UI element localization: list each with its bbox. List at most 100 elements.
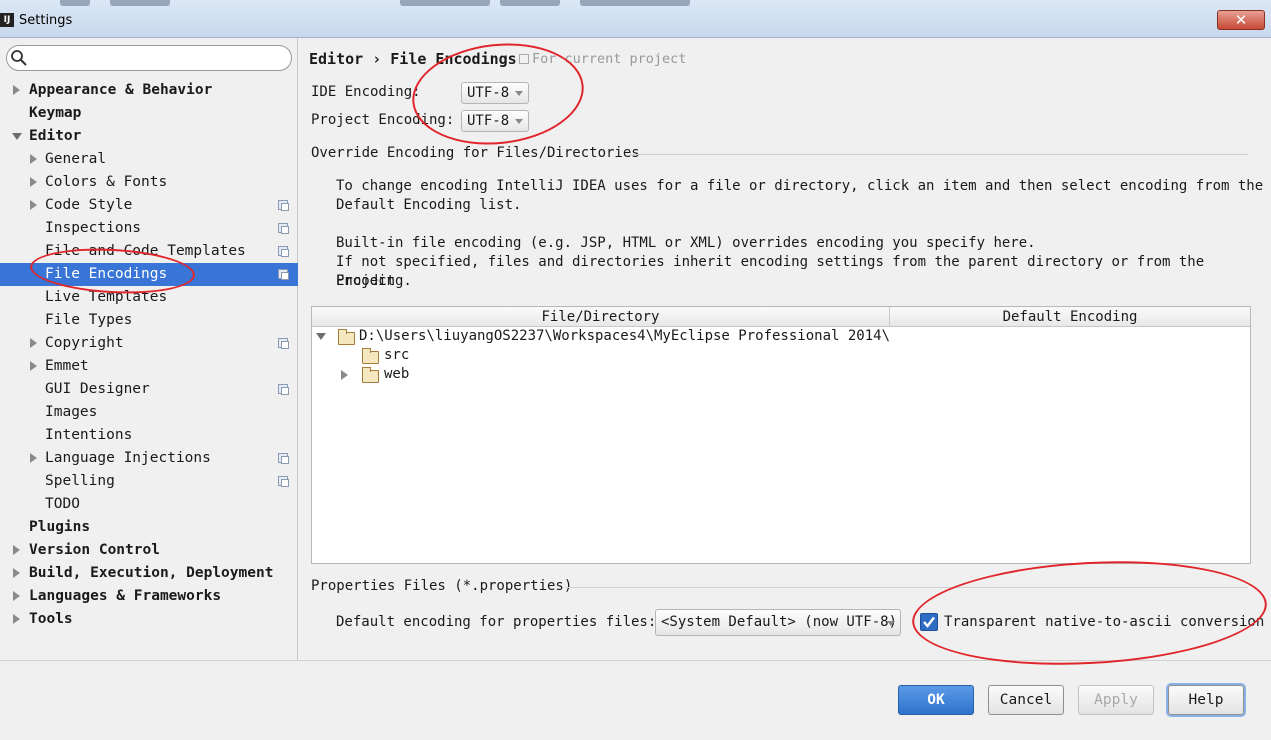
background-toolbar-fragment (110, 0, 170, 6)
sidebar-item-emmet[interactable]: Emmet (0, 355, 298, 378)
chevron-down-icon[interactable] (12, 133, 22, 140)
sidebar-item-label: Code Style (45, 197, 133, 213)
table-cell-path: D:\Users\liuyangOS2237\Workspaces4\MyEcl… (359, 328, 890, 344)
sidebar-item-code-style[interactable]: Code Style (0, 194, 298, 217)
ok-button[interactable]: OK (898, 685, 974, 715)
sidebar-item-label: General (45, 151, 107, 167)
sidebar-item-label: Colors & Fonts (45, 174, 168, 190)
folder-icon (361, 367, 379, 383)
sidebar-item-label: Version Control (29, 542, 160, 558)
table-row[interactable]: web (312, 365, 890, 385)
dropdown-arrow-icon (887, 621, 895, 626)
sidebar-item-general[interactable]: General (0, 148, 298, 171)
chevron-down-icon[interactable] (316, 333, 326, 340)
table-row[interactable]: D:\Users\liuyangOS2237\Workspaces4\MyEcl… (312, 327, 890, 347)
chevron-right-icon[interactable] (30, 177, 37, 187)
project-scope-icon (278, 246, 289, 257)
chevron-right-icon[interactable] (13, 591, 20, 601)
sidebar-item-label: Images (45, 404, 98, 420)
sidebar-item-label: Plugins (29, 519, 91, 535)
sidebar-item-editor[interactable]: Editor (0, 125, 298, 148)
chevron-right-icon[interactable] (30, 361, 37, 371)
sidebar-item-label: GUI Designer (45, 381, 150, 397)
file-encoding-table[interactable]: File/Directory Default Encoding D:\Users… (311, 306, 1251, 564)
sidebar-item-keymap[interactable]: Keymap (0, 102, 298, 125)
column-header-file-directory[interactable]: File/Directory (312, 307, 890, 327)
project-scope-icon (278, 384, 289, 395)
sidebar-item-label: Appearance & Behavior (29, 82, 213, 98)
table-cell-path: web (384, 366, 410, 382)
sidebar-item-colors-fonts[interactable]: Colors & Fonts (0, 171, 298, 194)
chevron-right-icon[interactable] (341, 370, 348, 380)
sidebar-item-plugins[interactable]: Plugins (0, 516, 298, 539)
project-scope-icon (278, 453, 289, 464)
sidebar-item-languages-frameworks[interactable]: Languages & Frameworks (0, 585, 298, 608)
project-scope-icon (278, 200, 289, 211)
properties-encoding-select[interactable]: <System Default> (now UTF-8) (655, 609, 901, 636)
table-cell-path: src (384, 347, 410, 363)
sidebar-item-label: Intentions (45, 427, 133, 443)
chevron-right-icon[interactable] (13, 85, 20, 95)
override-description-line: Default Encoding list. (336, 197, 522, 213)
sidebar-item-copyright[interactable]: Copyright (0, 332, 298, 355)
column-header-default-encoding[interactable]: Default Encoding (890, 307, 1250, 327)
folder-icon (337, 329, 355, 345)
sidebar-item-version-control[interactable]: Version Control (0, 539, 298, 562)
sidebar-item-gui-designer[interactable]: GUI Designer (0, 378, 298, 401)
chevron-right-icon[interactable] (30, 154, 37, 164)
sidebar-item-label: Emmet (45, 358, 89, 374)
sidebar-item-label: Inspections (45, 220, 142, 236)
override-section-title: Override Encoding for Files/Directories (311, 145, 640, 161)
sidebar-item-label: Editor (29, 128, 82, 144)
project-scope-icon (278, 269, 289, 280)
background-toolbar-fragment (400, 0, 490, 6)
sidebar-item-todo[interactable]: TODO (0, 493, 298, 516)
override-description-line: If not specified, files and directories … (336, 254, 1205, 289)
override-description-line: Built-in file encoding (e.g. JSP, HTML o… (336, 235, 1036, 251)
help-button[interactable]: Help (1168, 685, 1244, 715)
window-title: Settings (19, 13, 73, 28)
sidebar-item-build-execution-deployment[interactable]: Build, Execution, Deployment (0, 562, 298, 585)
properties-section-title: Properties Files (*.properties) (311, 578, 573, 594)
sidebar-item-language-injections[interactable]: Language Injections (0, 447, 298, 470)
sidebar-item-label: File Types (45, 312, 133, 328)
close-button[interactable]: ✕ (1217, 10, 1265, 30)
sidebar-item-intentions[interactable]: Intentions (0, 424, 298, 447)
project-scope-icon (278, 338, 289, 349)
override-description-line: To change encoding IntelliJ IDEA uses fo… (336, 178, 1264, 194)
settings-search-input[interactable] (6, 45, 292, 71)
chevron-right-icon[interactable] (13, 614, 20, 624)
chevron-right-icon[interactable] (30, 200, 37, 210)
table-row[interactable]: src (312, 346, 890, 366)
intellij-app-icon: IJ (0, 13, 14, 27)
sidebar-item-spelling[interactable]: Spelling (0, 470, 298, 493)
override-description-line: Encoding. (336, 273, 412, 289)
chevron-right-icon[interactable] (13, 545, 20, 555)
sidebar-item-file-types[interactable]: File Types (0, 309, 298, 332)
apply-button[interactable]: Apply (1078, 685, 1154, 715)
chevron-right-icon[interactable] (30, 453, 37, 463)
chevron-right-icon[interactable] (30, 338, 37, 348)
sidebar-item-label: Spelling (45, 473, 115, 489)
properties-encoding-value: <System Default> (now UTF-8) (661, 614, 898, 630)
sidebar-item-images[interactable]: Images (0, 401, 298, 424)
background-toolbar-fragment (500, 0, 560, 6)
sidebar-item-label: Language Injections (45, 450, 211, 466)
sidebar-item-label: Tools (29, 611, 73, 627)
search-icon (11, 50, 27, 66)
cancel-button[interactable]: Cancel (988, 685, 1064, 715)
ide-encoding-label: IDE Encoding: (311, 84, 421, 100)
sidebar-item-appearance-behavior[interactable]: Appearance & Behavior (0, 79, 298, 102)
section-divider (630, 154, 1248, 155)
sidebar-item-label: Build, Execution, Deployment (29, 565, 274, 581)
sidebar-item-inspections[interactable]: Inspections (0, 217, 298, 240)
properties-encoding-label: Default encoding for properties files: (336, 614, 657, 630)
chevron-right-icon[interactable] (13, 568, 20, 578)
project-scope-icon (278, 223, 289, 234)
project-scope-icon (278, 476, 289, 487)
folder-icon (361, 348, 379, 364)
background-toolbar-fragment (60, 0, 90, 6)
sidebar-item-label: TODO (45, 496, 80, 512)
sidebar-item-label: Keymap (29, 105, 82, 121)
sidebar-item-tools[interactable]: Tools (0, 608, 298, 631)
